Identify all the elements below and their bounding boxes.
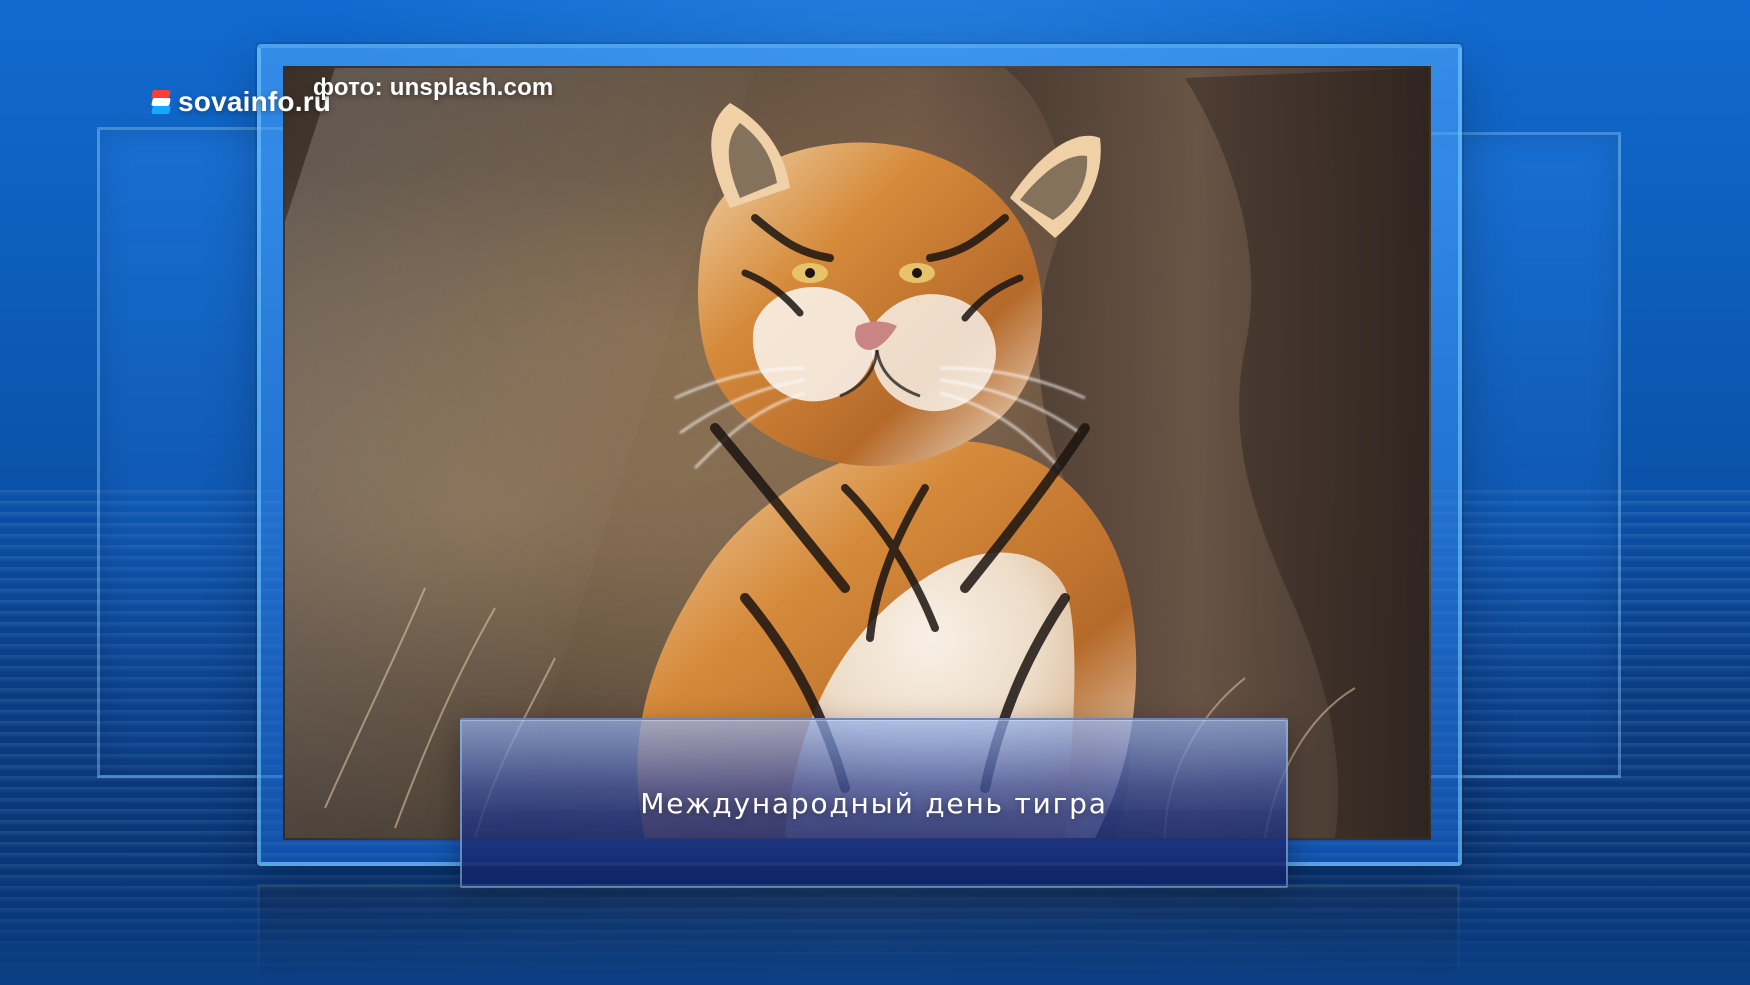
logo-stripe-red xyxy=(151,90,171,98)
site-name: sovainfo.ru xyxy=(178,86,332,117)
channel-logo: sovainfo.ru xyxy=(151,86,332,118)
frame-reflection xyxy=(257,884,1460,985)
sova-logo-icon xyxy=(151,90,171,114)
caption-text: Международный день тигра xyxy=(640,787,1108,820)
logo-stripe-blue xyxy=(151,106,171,114)
caption-bar: Международный день тигра xyxy=(460,718,1288,888)
broadcast-frame: sovainfo.ru фото: unsplash.com Междунаро… xyxy=(0,0,1750,985)
photo-credit: фото: unsplash.com xyxy=(313,74,554,101)
logo-stripe-white xyxy=(151,98,171,106)
